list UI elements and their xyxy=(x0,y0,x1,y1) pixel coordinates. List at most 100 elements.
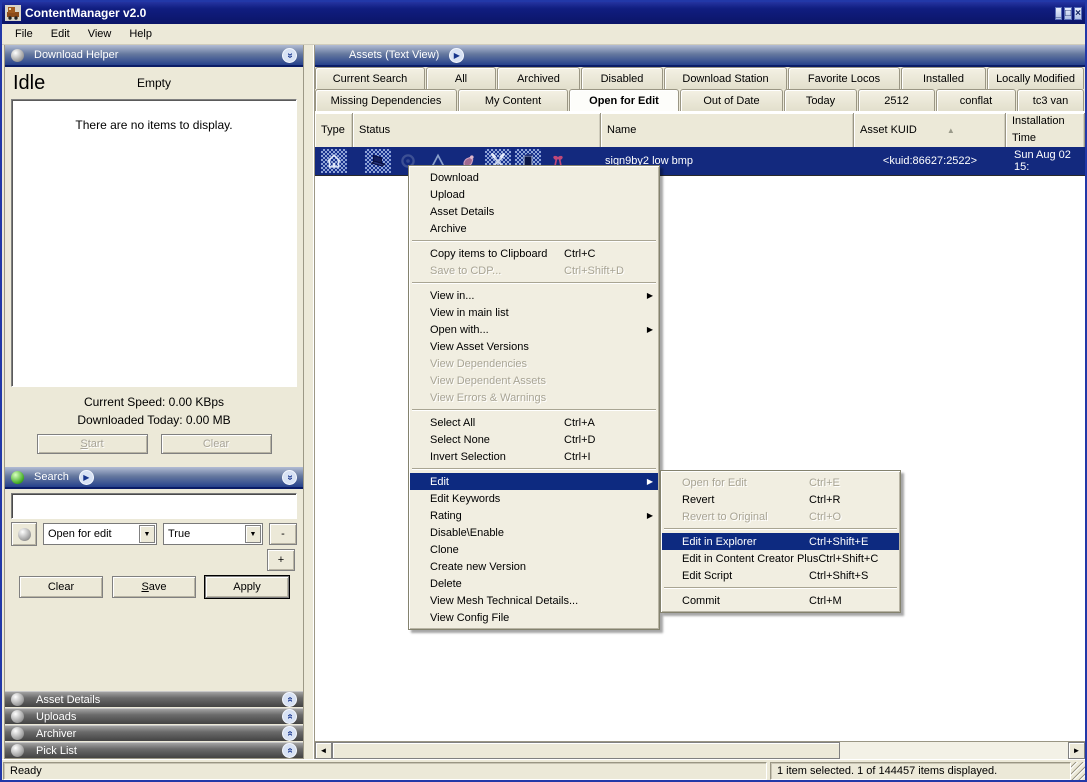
menu-item-edit-keywords[interactable]: Edit Keywords xyxy=(410,490,658,507)
expand-asset-details-button[interactable]: » xyxy=(282,692,297,707)
menu-help[interactable]: Help xyxy=(120,26,161,42)
download-list[interactable]: There are no items to display. xyxy=(11,99,297,387)
assets-play-icon[interactable]: ▶ xyxy=(449,48,464,63)
menu-item-label: Asset Details xyxy=(430,206,494,218)
menu-item-select-none[interactable]: Select NoneCtrl+D xyxy=(410,431,658,448)
maximize-button[interactable]: □ xyxy=(1064,7,1072,20)
tab-archived[interactable]: Archived xyxy=(497,67,580,89)
menu-item-rating[interactable]: Rating▶ xyxy=(410,507,658,524)
menu-separator xyxy=(664,587,897,589)
menu-view[interactable]: View xyxy=(79,26,121,42)
menu-item-invert-selection[interactable]: Invert SelectionCtrl+I xyxy=(410,448,658,465)
search-input[interactable] xyxy=(11,493,297,519)
menu-item-revert[interactable]: RevertCtrl+R xyxy=(662,491,899,508)
menu-item-label: Edit in Explorer xyxy=(682,536,757,548)
menu-item-commit[interactable]: CommitCtrl+M xyxy=(662,592,899,609)
menu-item-edit-script[interactable]: Edit ScriptCtrl+Shift+S xyxy=(662,567,899,584)
tab-conflat[interactable]: conflat xyxy=(936,89,1016,111)
panel-header-archiver[interactable]: Archiver» xyxy=(5,725,303,741)
start-button[interactable]: Start xyxy=(37,434,148,454)
menu-item-create-new-version[interactable]: Create new Version xyxy=(410,558,658,575)
menu-item-download[interactable]: Download xyxy=(410,169,658,186)
expand-archiver-button[interactable]: » xyxy=(282,726,297,741)
tab-today[interactable]: Today xyxy=(784,89,857,111)
menu-item-disable-enable[interactable]: Disable\Enable xyxy=(410,524,658,541)
tab-download-station[interactable]: Download Station xyxy=(664,67,787,89)
menu-item-clone[interactable]: Clone xyxy=(410,541,658,558)
panel-header-uploads[interactable]: Uploads » xyxy=(5,708,303,724)
menu-item-delete[interactable]: Delete xyxy=(410,575,658,592)
tab-favorite-locos[interactable]: Favorite Locos xyxy=(788,67,900,89)
column-header-installation-time[interactable]: Installation Time xyxy=(1006,113,1085,147)
panel-splitter[interactable] xyxy=(304,45,314,759)
tab-locally-modified[interactable]: Locally Modified xyxy=(987,67,1084,89)
menu-separator xyxy=(412,468,656,470)
panel-header-asset-details[interactable]: Asset Details» xyxy=(5,691,303,707)
clear-search-button[interactable]: Clear xyxy=(19,576,103,598)
filter-value-dropdown[interactable]: True ▼ xyxy=(163,523,263,545)
chevron-down-icon[interactable]: ▼ xyxy=(245,525,261,543)
menu-item-edit[interactable]: Edit▶ xyxy=(410,473,658,490)
clear-downloads-button[interactable]: Clear xyxy=(161,434,272,454)
menu-item-shortcut: Ctrl+E xyxy=(809,477,893,489)
apply-search-button[interactable]: Apply xyxy=(205,576,289,598)
tab-my-content[interactable]: My Content xyxy=(458,89,568,111)
menu-item-view-in-main-list[interactable]: View in main list xyxy=(410,304,658,321)
tab-tc3-van[interactable]: tc3 van xyxy=(1017,89,1084,111)
panel-header-pick-list[interactable]: Pick List» xyxy=(5,742,303,758)
tab-out-of-date[interactable]: Out of Date xyxy=(680,89,783,111)
scroll-left-icon[interactable]: ◄ xyxy=(315,742,332,759)
menu-item-open-with[interactable]: Open with...▶ xyxy=(410,321,658,338)
chevron-down-icon[interactable]: ▼ xyxy=(139,525,155,543)
column-header-type[interactable]: Type xyxy=(315,113,353,147)
minimize-button[interactable]: _ xyxy=(1055,7,1063,20)
close-button[interactable]: × xyxy=(1074,7,1082,20)
menu-item-view-mesh-technical-details[interactable]: View Mesh Technical Details... xyxy=(410,592,658,609)
menu-item-view-asset-versions[interactable]: View Asset Versions xyxy=(410,338,658,355)
menu-item-select-all[interactable]: Select AllCtrl+A xyxy=(410,414,658,431)
filter-field-dropdown[interactable]: Open for edit ▼ xyxy=(43,523,157,545)
scrollbar-thumb[interactable] xyxy=(332,742,840,759)
add-filter-button[interactable]: + xyxy=(267,549,295,571)
tab-installed[interactable]: Installed xyxy=(901,67,986,89)
menu-item-asset-details[interactable]: Asset Details xyxy=(410,203,658,220)
panel-title: Uploads xyxy=(36,711,76,723)
column-header-asset-kuid[interactable]: Asset KUID▲ xyxy=(854,113,1006,147)
download-helper-header[interactable]: Download Helper » xyxy=(5,45,303,67)
expand-pick-list-button[interactable]: » xyxy=(282,743,297,758)
menu-edit[interactable]: Edit xyxy=(42,26,79,42)
assets-header: Assets (Text View) ▶ xyxy=(315,45,1085,67)
tab-open-for-edit[interactable]: Open for Edit xyxy=(569,89,679,111)
search-play-icon[interactable]: ▶ xyxy=(79,470,94,485)
expand-uploads-button[interactable]: » xyxy=(282,709,297,724)
tab-2512[interactable]: 2512 xyxy=(858,89,935,111)
panel-ball-icon xyxy=(11,49,24,62)
menu-item-upload[interactable]: Upload xyxy=(410,186,658,203)
tab-disabled[interactable]: Disabled xyxy=(581,67,663,89)
column-header-name[interactable]: Name xyxy=(601,113,854,147)
menu-item-edit-in-content-creator-plus[interactable]: Edit in Content Creator PlusCtrl+Shift+C xyxy=(662,550,899,567)
menu-item-view-config-file[interactable]: View Config File xyxy=(410,609,658,626)
collapse-search-button[interactable]: » xyxy=(282,470,297,485)
scrollbar-track[interactable] xyxy=(332,742,1068,759)
menu-item-save-to-cdp: Save to CDP...Ctrl+Shift+D xyxy=(410,262,658,279)
save-search-button[interactable]: Save xyxy=(112,576,196,598)
menu-item-label: Revert xyxy=(682,494,714,506)
menu-separator xyxy=(412,282,656,284)
menu-item-view-in[interactable]: View in...▶ xyxy=(410,287,658,304)
menu-item-copy-items-to-clipboard[interactable]: Copy items to ClipboardCtrl+C xyxy=(410,245,658,262)
tab-all[interactable]: All xyxy=(426,67,496,89)
menu-file[interactable]: File xyxy=(6,26,42,42)
filter-options-button[interactable] xyxy=(11,522,37,546)
collapse-download-helper-button[interactable]: » xyxy=(282,48,297,63)
remove-filter-button[interactable]: - xyxy=(269,523,297,545)
scroll-right-icon[interactable]: ► xyxy=(1068,742,1085,759)
resize-grip[interactable] xyxy=(1071,762,1085,780)
search-panel-header[interactable]: Search ▶ » xyxy=(5,467,303,489)
column-header-status[interactable]: Status xyxy=(353,113,601,147)
menu-item-archive[interactable]: Archive xyxy=(410,220,658,237)
tab-missing-dependencies[interactable]: Missing Dependencies xyxy=(315,89,457,111)
tab-current-search[interactable]: Current Search xyxy=(315,67,425,89)
menu-item-edit-in-explorer[interactable]: Edit in ExplorerCtrl+Shift+E xyxy=(662,533,899,550)
collapsed-panels: Asset Details»Uploads»Archiver»Pick List… xyxy=(5,690,303,758)
